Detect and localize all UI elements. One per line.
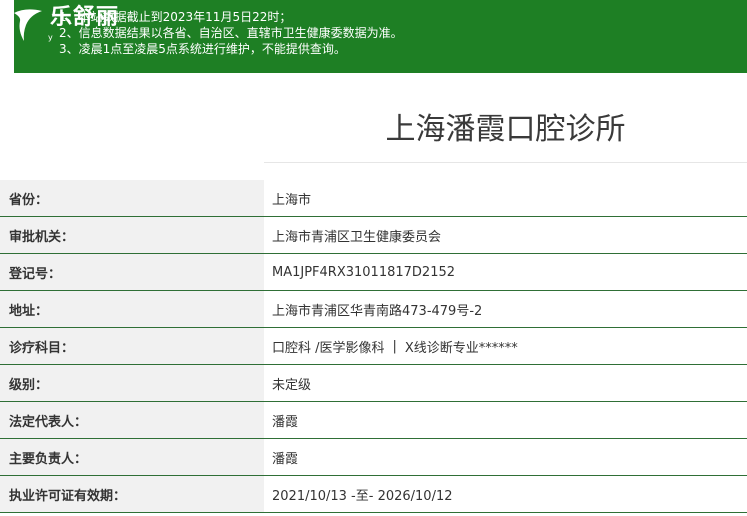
detail-row-approval-authority: 审批机关： 上海市青浦区卫生健康委员会 bbox=[0, 217, 747, 254]
detail-value: 2021/10/13 -至- 2026/10/12 bbox=[264, 476, 747, 512]
logo-subtext: y bbox=[48, 33, 53, 42]
notice-line-2: 2、信息数据结果以各省、自治区、直辖市卫生健康委数据为准。 bbox=[59, 26, 403, 40]
logo-text: 乐舒丽 bbox=[50, 4, 120, 30]
detail-label: 级别： bbox=[0, 365, 264, 401]
page: 1、本站数据截止到2023年11月5日22时； 2、信息数据结果以各省、自治区、… bbox=[0, 0, 747, 516]
detail-label: 执业许可证有效期： bbox=[0, 476, 264, 512]
page-title: 上海潘霞口腔诊所 bbox=[385, 112, 626, 147]
detail-row-legal-representative: 法定代表人： 潘霞 bbox=[0, 402, 747, 439]
site-logo[interactable]: 乐舒丽 y bbox=[8, 2, 138, 46]
detail-row-level: 级别： 未定级 bbox=[0, 365, 747, 402]
detail-value: 上海市 bbox=[264, 180, 747, 216]
detail-value: 上海市青浦区华青南路473-479号-2 bbox=[264, 291, 747, 327]
detail-row-province: 省份： 上海市 bbox=[0, 180, 747, 217]
detail-row-registration-number: 登记号： MA1JPF4RX31011817D2152 bbox=[0, 254, 747, 291]
notice-line-3: 3、凌晨1点至凌晨5点系统进行维护，不能提供查询。 bbox=[59, 42, 346, 56]
detail-label: 省份： bbox=[0, 180, 264, 216]
detail-value: MA1JPF4RX31011817D2152 bbox=[264, 254, 747, 290]
detail-label: 登记号： bbox=[0, 254, 264, 290]
logo-swoosh-icon bbox=[14, 9, 42, 41]
detail-value: 上海市青浦区卫生健康委员会 bbox=[264, 217, 747, 253]
detail-row-address: 地址： 上海市青浦区华青南路473-479号-2 bbox=[0, 291, 747, 328]
detail-label: 诊疗科目： bbox=[0, 328, 264, 364]
detail-value: 潘霞 bbox=[264, 402, 747, 438]
detail-label: 法定代表人： bbox=[0, 402, 264, 438]
detail-row-departments: 诊疗科目： 口腔科 /医学影像科 | X线诊断专业****** bbox=[0, 328, 747, 365]
detail-value: 未定级 bbox=[264, 365, 747, 401]
detail-value: 潘霞 bbox=[264, 439, 747, 475]
detail-label: 地址： bbox=[0, 291, 264, 327]
details-table: 省份： 上海市 审批机关： 上海市青浦区卫生健康委员会 登记号： MA1JPF4… bbox=[0, 180, 747, 513]
title-divider bbox=[264, 162, 747, 163]
department-specialty: X线诊断专业****** bbox=[404, 340, 518, 356]
detail-label: 审批机关： bbox=[0, 217, 264, 253]
detail-label: 主要负责人： bbox=[0, 439, 264, 475]
department-separator: | bbox=[392, 338, 397, 354]
department-list: 口腔科 /医学影像科 bbox=[272, 340, 385, 356]
detail-row-principal: 主要负责人： 潘霞 bbox=[0, 439, 747, 476]
notice-line-1: 1、本站数据截止到2023年11月5日22时； bbox=[59, 10, 292, 24]
detail-value: 口腔科 /医学影像科 | X线诊断专业****** bbox=[264, 328, 747, 364]
detail-row-license-validity: 执业许可证有效期： 2021/10/13 -至- 2026/10/12 bbox=[0, 476, 747, 513]
